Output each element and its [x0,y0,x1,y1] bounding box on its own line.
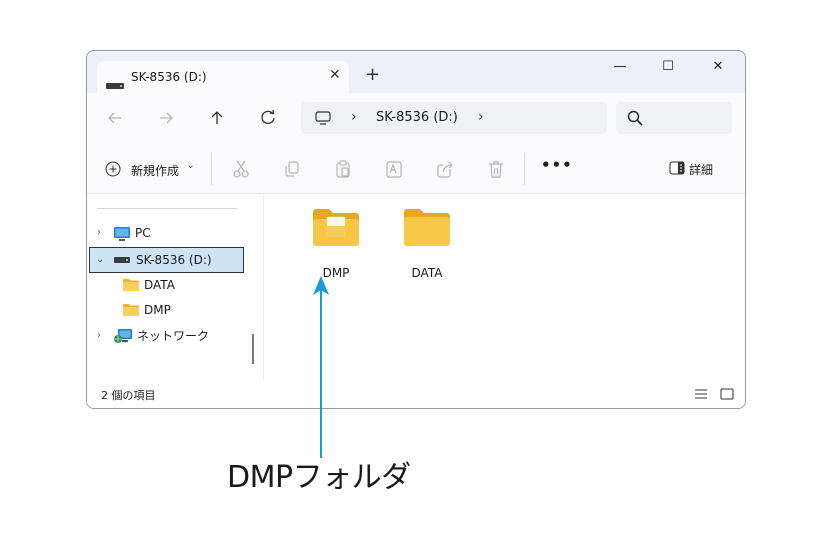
status-bar: 2 個の項目 [87,381,745,408]
search-field[interactable] [616,102,732,134]
back-icon[interactable] [104,107,126,129]
file-list[interactable]: DMP DATA [263,194,745,382]
annotation-label: DMPフォルダ [227,460,411,495]
address-field[interactable]: › SK-8536 (D:) › [301,102,607,134]
folder-with-file-icon [313,209,359,246]
divider [211,153,212,185]
drive-icon [106,74,124,93]
forward-icon[interactable] [155,107,177,129]
nav-item-label: SK-8536 (D:) [136,253,212,267]
annotation-arrowhead [313,276,329,295]
breadcrumb-separator[interactable]: › [351,109,357,125]
address-bar-row: › SK-8536 (D:) › [87,93,745,143]
copy-icon[interactable] [283,159,301,179]
main-pane: › PC ⌄ SK-8536 (D:) DATA DMP › ネットワーク DM… [87,193,745,382]
folder-item-data[interactable]: DATA [392,208,462,288]
sidebar-scrollbar[interactable] [252,334,254,364]
more-options-button[interactable]: ••• [541,156,573,174]
monitor-icon [114,227,130,241]
network-icon [114,329,132,343]
details-label: 詳細 [689,163,714,177]
delete-icon[interactable] [487,159,505,179]
nav-item-pc[interactable]: › PC [97,221,247,245]
nav-item-label: ネットワーク [137,329,210,343]
refresh-icon[interactable] [257,107,279,129]
list-view-icon[interactable] [694,388,708,400]
annotation-arrow-line [320,286,322,458]
folder-label: DATA [411,266,443,280]
nav-item-data[interactable]: DATA [123,273,233,297]
item-count: 2 個の項目 [101,389,156,402]
details-pane-icon [669,161,685,175]
tab-drive[interactable]: SK-8536 (D:) ✕ [97,61,349,93]
folder-icon [123,304,139,316]
nav-item-label: DMP [144,303,171,317]
pc-icon [315,111,331,125]
chevron-down-icon[interactable]: ⌄ [96,248,104,272]
divider [524,153,525,185]
new-tab-button[interactable]: + [365,66,380,84]
cut-icon[interactable] [232,159,250,179]
up-icon[interactable] [206,107,228,129]
folder-icon [123,279,139,291]
plus-circle-icon [105,161,121,177]
nav-item-dmp[interactable]: DMP [123,298,233,322]
nav-item-label: PC [135,226,151,240]
new-button-label: 新規作成 [131,164,180,178]
rename-icon[interactable] [385,159,403,179]
tab-label: SK-8536 (D:) [131,70,207,84]
divider [97,208,237,209]
maximize-button[interactable]: ☐ [653,59,683,79]
share-icon[interactable] [436,159,454,179]
close-button[interactable]: ✕ [703,59,733,79]
folder-icon [404,209,450,246]
title-bar: SK-8536 (D:) ✕ + — ☐ ✕ [87,51,745,93]
folder-label: DMP [322,266,350,280]
tab-close-button[interactable]: ✕ [329,67,341,83]
command-bar: 新規作成 ⌄ ••• 詳細 [87,143,745,193]
breadcrumb-separator[interactable]: › [478,109,484,125]
folder-item-dmp[interactable]: DMP [301,208,371,288]
chevron-right-icon[interactable]: › [97,324,101,348]
chevron-right-icon[interactable]: › [97,221,101,245]
thumbnail-view-icon[interactable] [720,388,734,400]
breadcrumb-drive[interactable]: SK-8536 (D:) [376,110,458,125]
paste-icon[interactable] [334,159,352,179]
navigation-pane[interactable]: › PC ⌄ SK-8536 (D:) DATA DMP › ネットワーク [87,194,263,382]
chevron-down-icon: ⌄ [187,161,195,171]
drive-icon [114,257,130,263]
minimize-button[interactable]: — [605,59,635,79]
search-icon [627,110,643,126]
nav-item-label: DATA [144,278,175,292]
nav-item-network[interactable]: › ネットワーク [97,324,247,348]
file-explorer-window: SK-8536 (D:) ✕ + — ☐ ✕ › SK-8536 (D:) › … [86,50,746,409]
nav-item-drive[interactable]: ⌄ SK-8536 (D:) [89,247,244,273]
